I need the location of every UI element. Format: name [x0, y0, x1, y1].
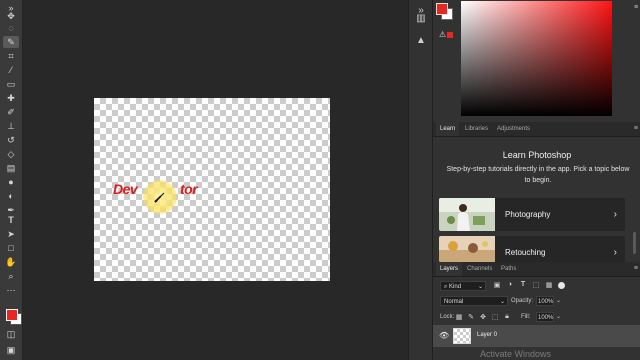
learn-title: Learn Photoshop: [502, 150, 572, 160]
properties-panel-icon[interactable]: ▲: [415, 34, 427, 46]
collapsed-panels-strip: » ▥ ▲: [408, 0, 433, 360]
filter-smart-object-icon[interactable]: ▦: [545, 281, 553, 289]
chevron-down-icon: ⌄: [499, 299, 505, 305]
learn-panel-menu-icon[interactable]: ≡: [634, 125, 638, 132]
opacity-input[interactable]: 100%: [536, 296, 554, 306]
lock-label: Lock:: [440, 314, 455, 320]
gamut-swatch[interactable]: [447, 32, 453, 38]
brush-cursor-icon: [154, 192, 165, 203]
lock-position-icon[interactable]: ✥: [479, 313, 487, 321]
learn-card-photography[interactable]: Photography ›: [439, 198, 625, 231]
lock-all-icon[interactable]: 🔒︎: [503, 313, 511, 321]
hand-tool-icon[interactable]: ✋: [3, 256, 19, 268]
retouching-thumbnail: [439, 236, 495, 262]
gradient-tool-icon[interactable]: ▤: [3, 162, 19, 174]
tab-adjustments[interactable]: Adjustments: [493, 122, 534, 136]
activate-windows-watermark: Activate Windows: [480, 349, 552, 359]
tab-paths[interactable]: Paths: [497, 262, 520, 276]
layer-name: Layer 0: [477, 332, 498, 338]
healing-brush-tool-icon[interactable]: ✚: [3, 92, 19, 104]
chevron-right-icon: ›: [613, 247, 617, 258]
tab-channels[interactable]: Channels: [463, 262, 496, 276]
chevron-down-icon: ⌄: [477, 284, 483, 290]
filter-adjustment-icon[interactable]: ◑: [506, 281, 514, 288]
chevron-right-icon: ›: [613, 209, 617, 220]
card-label-photography: Photography: [505, 210, 551, 219]
clone-stamp-tool-icon[interactable]: ⊥: [3, 120, 19, 132]
blend-mode-select[interactable]: Normal ⌄: [440, 296, 508, 306]
chevron-down-icon[interactable]: ⌄: [556, 297, 561, 304]
chevron-down-icon[interactable]: ⌄: [556, 313, 561, 320]
right-panels: ⚠ ≡ Learn Libraries Adjustments ≡ Learn …: [432, 0, 640, 360]
path-select-tool-icon[interactable]: ➤: [3, 228, 19, 240]
rectangle-tool-icon[interactable]: □: [3, 242, 19, 254]
screen-mode-icon[interactable]: ▣: [3, 344, 19, 356]
learn-panel-scrollbar[interactable]: [633, 232, 636, 254]
more-tools-icon[interactable]: ⋯: [3, 284, 19, 296]
eraser-tool-icon[interactable]: ◇: [3, 148, 19, 160]
layers-panel-tabs: Layers Channels Paths ≡: [433, 262, 640, 277]
filter-toggle-icon[interactable]: [558, 282, 565, 289]
history-brush-tool-icon[interactable]: ↺: [3, 134, 19, 146]
color-panel-menu-icon[interactable]: ≡: [634, 4, 638, 11]
foreground-color-swatch[interactable]: [6, 309, 18, 321]
document-canvas[interactable]: Dev tor: [94, 98, 330, 281]
kind-label: Kind: [449, 284, 462, 290]
zoom-tool-icon[interactable]: ⌕: [3, 270, 19, 282]
color-panel-foreground-swatch[interactable]: [436, 3, 448, 15]
object-select-tool-icon[interactable]: ✎: [3, 36, 19, 48]
lock-artboard-icon[interactable]: ⬚: [491, 313, 499, 321]
filter-type-icon[interactable]: T: [519, 281, 527, 288]
layer-visibility-eye-icon[interactable]: 👁︎: [439, 331, 449, 340]
opacity-label: Opacity:: [511, 298, 534, 304]
color-picker-field[interactable]: [461, 1, 612, 116]
layer-row[interactable]: 👁︎ Layer 0: [433, 325, 640, 347]
canvas-text-left: Dev: [113, 181, 138, 197]
layers-panel-menu-icon[interactable]: ≡: [634, 265, 638, 272]
filter-pixel-icon[interactable]: ▣: [493, 281, 501, 289]
card-label-retouching: Retouching: [505, 248, 546, 257]
layer-thumbnail: [453, 328, 471, 344]
fill-label: Fill:: [521, 314, 531, 320]
dodge-tool-icon[interactable]: ◐: [3, 190, 19, 202]
tab-layers[interactable]: Layers: [436, 262, 463, 276]
tools-panel: » ✥ ◌ ✎ ⌗ ⁄ ▭ ✚ ✐ ⊥ ↺ ◇ ▤ ● ◐ ✒ T ➤ □ ✋ …: [0, 0, 23, 360]
photography-thumbnail: [439, 198, 495, 231]
crop-tool-icon[interactable]: ⌗: [3, 50, 19, 62]
learn-description: Step-by-step tutorials directly in the a…: [446, 166, 630, 184]
layer-filter-kind[interactable]: ⌕ Kind ⌄: [440, 281, 486, 291]
canvas-text-right: tor: [180, 181, 198, 197]
fill-input[interactable]: 100%: [536, 312, 554, 322]
blend-mode-value: Normal: [444, 299, 464, 305]
tab-libraries[interactable]: Libraries: [461, 122, 492, 136]
learn-panel-tabs: Learn Libraries Adjustments ≡: [433, 122, 640, 137]
tab-learn[interactable]: Learn: [436, 122, 460, 136]
out-of-gamut-icon: ⚠: [439, 30, 447, 39]
brush-tool-icon[interactable]: ✐: [3, 106, 19, 118]
eyedropper-tool-icon[interactable]: ⁄: [3, 64, 19, 76]
history-panel-icon[interactable]: ▥: [415, 12, 427, 24]
learn-card-retouching[interactable]: Retouching ›: [439, 236, 625, 262]
move-tool-icon[interactable]: ✥: [3, 10, 19, 22]
marquee-tool-icon[interactable]: ◌: [3, 22, 19, 34]
lock-image-icon[interactable]: ✎: [467, 313, 475, 321]
lock-transparent-icon[interactable]: ▦: [455, 313, 463, 321]
type-tool-icon[interactable]: T: [3, 214, 19, 226]
frame-tool-icon[interactable]: ▭: [3, 78, 19, 90]
quick-mask-icon[interactable]: ◫: [3, 328, 19, 340]
filter-shape-icon[interactable]: ⬚: [532, 281, 540, 289]
blur-tool-icon[interactable]: ●: [3, 176, 19, 188]
